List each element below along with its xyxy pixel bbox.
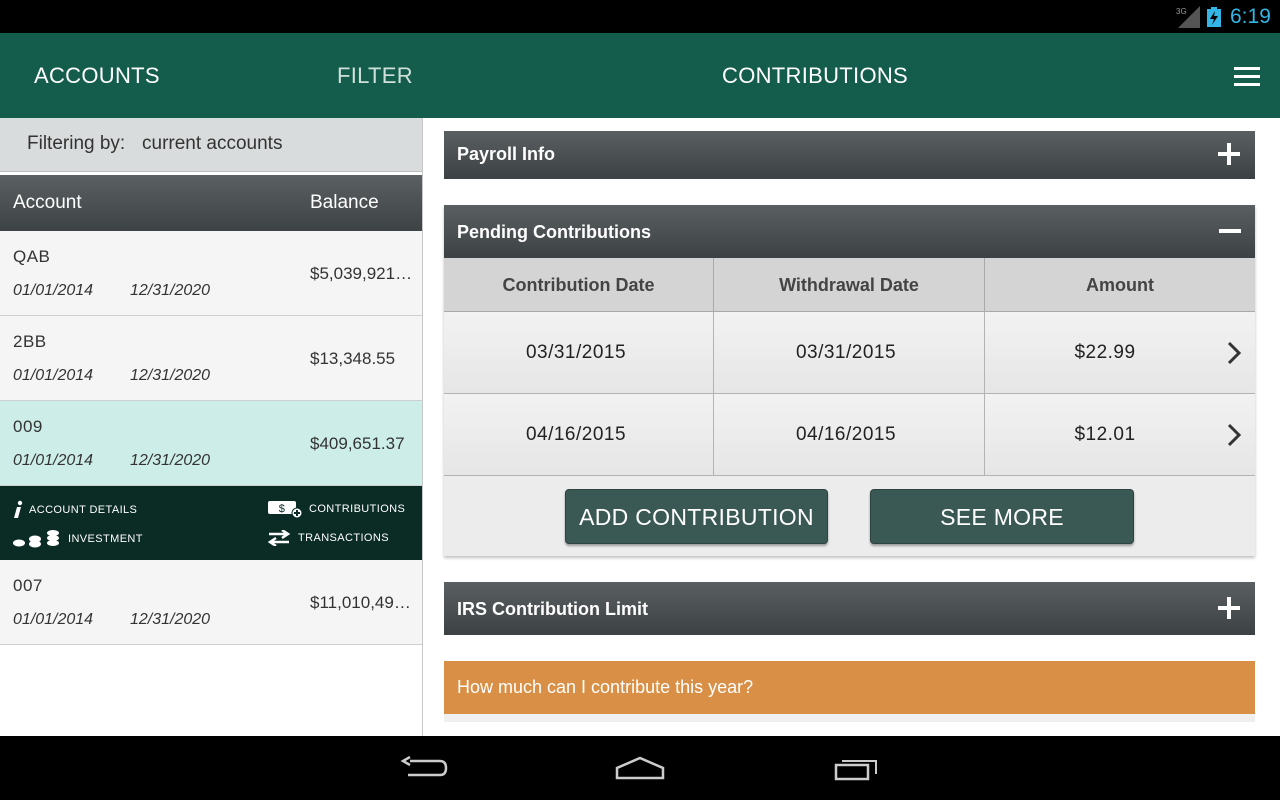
investment-label: INVESTMENT (68, 533, 143, 545)
tab-filter[interactable]: FILTER (337, 33, 413, 118)
account-name: 2BB (13, 332, 47, 351)
chevron-right-icon[interactable] (1226, 341, 1242, 365)
irs-contribution-limit-title: IRS Contribution Limit (457, 599, 648, 619)
contributions-action[interactable]: $ CONTRIBUTIONS (267, 500, 405, 518)
irs-contribution-limit-header[interactable]: IRS Contribution Limit (444, 582, 1255, 635)
filter-label: Filtering by: (27, 133, 126, 154)
back-icon[interactable] (400, 756, 448, 782)
account-end-date: 12/31/2020 (130, 367, 211, 384)
account-row[interactable]: 007 01/01/2014 12/31/2020 $11,010,49… (0, 560, 422, 645)
pending-table-header: Contribution Date Withdrawal Date Amount (444, 258, 1255, 312)
pending-contribution-row[interactable]: 04/16/2015 04/16/2015 $12.01 (444, 394, 1255, 476)
filter-bar[interactable]: Filtering by: current accounts (0, 118, 422, 172)
panel-bottom-edge (444, 714, 1255, 722)
account-end-date: 12/31/2020 (130, 282, 211, 299)
transactions-action[interactable]: TRANSACTIONS (267, 530, 389, 546)
withdrawal-date: 03/31/2015 (795, 342, 897, 363)
how-much-can-i-contribute-banner[interactable]: How much can I contribute this year? (444, 661, 1255, 714)
accounts-pane: Filtering by: current accounts Account B… (0, 118, 423, 736)
account-balance: $11,010,49… (310, 593, 411, 612)
coins-icon (13, 530, 59, 548)
recent-apps-icon[interactable] (833, 756, 881, 782)
account-balance: $409,651.37 (310, 434, 405, 453)
hamburger-menu-icon[interactable] (1234, 67, 1260, 87)
account-balance: $5,039,921… (310, 264, 413, 283)
tab-accounts[interactable]: ACCOUNTS (34, 33, 160, 118)
pending-contributions-panel: Pending Contributions Contribution Date … (444, 205, 1255, 556)
account-start-date: 01/01/2014 (13, 367, 94, 384)
info-icon (14, 500, 23, 518)
account-start-date: 01/01/2014 (13, 282, 94, 299)
signal-3g-icon: 3G (1176, 6, 1200, 28)
tab-contributions[interactable]: CONTRIBUTIONS (722, 33, 908, 118)
payroll-info-header[interactable]: Payroll Info (444, 131, 1255, 179)
column-header-withdrawal-date: Withdrawal Date (779, 275, 919, 295)
column-header-amount: Amount (1086, 275, 1154, 295)
account-row[interactable]: 2BB 01/01/2014 12/31/2020 $13,348.55 (0, 316, 422, 401)
filter-value: current accounts (142, 133, 283, 154)
contributions-label: CONTRIBUTIONS (309, 503, 406, 515)
column-header-contribution-date: Contribution Date (502, 275, 655, 295)
status-bar: 3G 6:19 (0, 0, 1280, 33)
account-actions-bar: ACCOUNT DETAILS $ CONTRIBUTIONS INVESTME… (0, 486, 422, 560)
payroll-info-title: Payroll Info (457, 144, 556, 164)
transfer-arrows-icon (267, 530, 291, 546)
svg-text:3G: 3G (1176, 7, 1187, 16)
investment-action[interactable]: INVESTMENT (12, 530, 143, 548)
withdrawal-date: 04/16/2015 (795, 424, 897, 445)
contribution-amount: $12.01 (1074, 424, 1136, 445)
add-contribution-button[interactable]: ADD CONTRIBUTION (565, 489, 828, 544)
transactions-label: TRANSACTIONS (298, 532, 389, 544)
account-name: 009 (13, 417, 43, 436)
account-row[interactable]: QAB 01/01/2014 12/31/2020 $5,039,921… (0, 231, 422, 316)
plus-icon[interactable] (1217, 596, 1241, 620)
plus-icon[interactable] (1217, 142, 1241, 166)
system-nav-bar (0, 736, 1280, 800)
money-plus-icon: $ (268, 501, 303, 518)
account-start-date: 01/01/2014 (13, 452, 94, 469)
home-icon[interactable] (614, 756, 666, 782)
account-details-label: ACCOUNT DETAILS (29, 504, 138, 516)
see-more-button[interactable]: SEE MORE (870, 489, 1134, 544)
account-details-action[interactable]: ACCOUNT DETAILS (12, 500, 137, 520)
how-much-label: How much can I contribute this year? (457, 677, 754, 697)
svg-text:$: $ (279, 503, 286, 515)
contribution-date: 03/31/2015 (525, 342, 627, 363)
pending-contribution-row[interactable]: 03/31/2015 03/31/2015 $22.99 (444, 312, 1255, 394)
pending-contributions-title: Pending Contributions (457, 222, 651, 242)
battery-charging-icon (1207, 7, 1221, 27)
account-balance: $13,348.55 (310, 349, 396, 368)
column-header-balance: Balance (310, 192, 379, 213)
chevron-right-icon[interactable] (1226, 423, 1242, 447)
column-header-account: Account (13, 192, 82, 213)
contributions-pane: Payroll Info Pending Contributions Contr… (424, 118, 1280, 736)
accounts-table-header: Account Balance (0, 175, 422, 231)
pending-contributions-header[interactable]: Pending Contributions (444, 205, 1255, 258)
contribution-amount: $22.99 (1074, 342, 1136, 363)
account-name: 007 (13, 576, 43, 595)
clock: 6:19 (1230, 5, 1271, 28)
contribution-date: 04/16/2015 (525, 424, 627, 445)
minus-icon[interactable] (1219, 229, 1241, 234)
account-start-date: 01/01/2014 (13, 611, 94, 628)
account-end-date: 12/31/2020 (130, 611, 211, 628)
account-row-selected[interactable]: 009 01/01/2014 12/31/2020 $409,651.37 (0, 401, 422, 486)
account-name: QAB (13, 247, 51, 266)
account-end-date: 12/31/2020 (130, 452, 211, 469)
app-bar: ACCOUNTS FILTER CONTRIBUTIONS (0, 33, 1280, 118)
